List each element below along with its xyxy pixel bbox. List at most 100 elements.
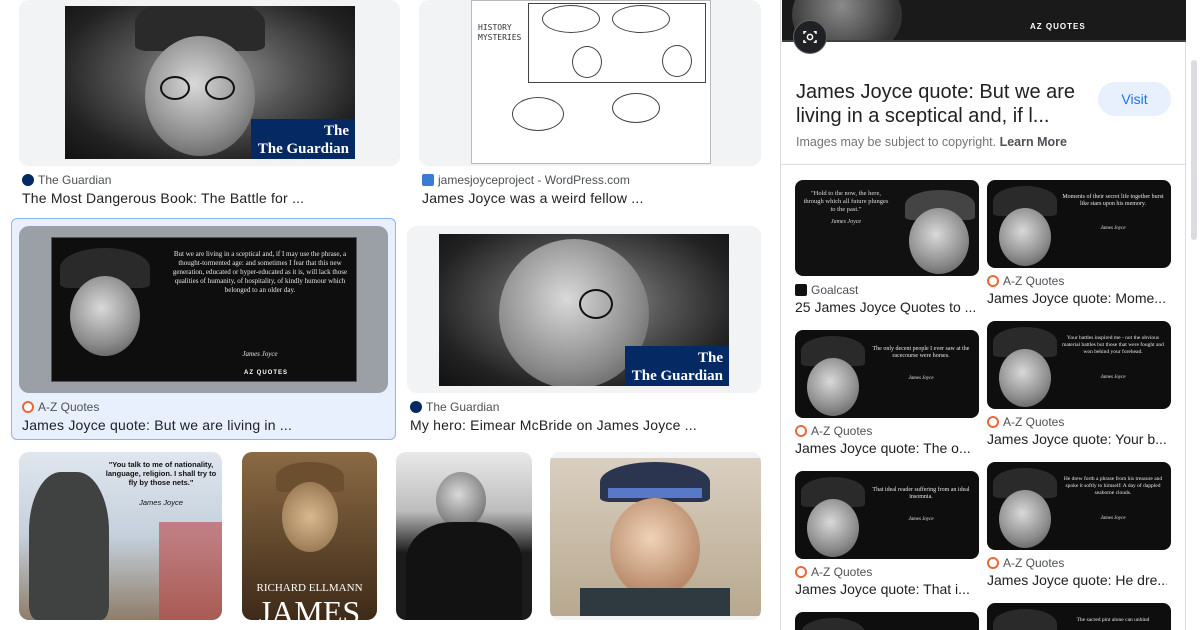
panel-divider xyxy=(781,164,1185,165)
quote-attribution: James Joyce xyxy=(908,376,934,381)
related-thumbnail[interactable]: Your battles inspired me - not the obvio… xyxy=(987,321,1171,409)
preview-title[interactable]: James Joyce quote: But we are living in … xyxy=(796,80,1086,128)
related-thumbnail[interactable]: The sacred pint alone can unbind xyxy=(987,603,1171,630)
image-search-page: The The Guardian The Guardian The Most Da… xyxy=(0,0,1200,630)
result-caption[interactable]: James Joyce quote: But we are living in … xyxy=(22,417,392,433)
image-preview-panel: AZ QUOTES James Joyce quote: But we are … xyxy=(780,0,1186,630)
result-caption[interactable]: James Joyce was a weird fellow ... xyxy=(422,190,758,206)
guardian-logo: The The Guardian xyxy=(251,119,355,159)
quote-attribution: James Joyce xyxy=(242,350,278,358)
color-photo-thumbnail[interactable] xyxy=(550,452,761,620)
related-caption[interactable]: James Joyce quote: Mome... xyxy=(987,290,1167,306)
goalcast-favicon-icon xyxy=(795,284,807,296)
related-source[interactable]: A-Z Quotes xyxy=(987,274,1064,288)
quote-attribution: James Joyce xyxy=(1100,226,1126,231)
copyright-notice: Images may be subject to copyright. Lear… xyxy=(796,135,1067,149)
copyright-text: Images may be subject to copyright. xyxy=(796,135,997,149)
color-photo xyxy=(550,458,761,616)
az-quotes-favicon-icon xyxy=(22,401,34,413)
az-quotes-favicon-icon xyxy=(795,425,807,437)
statue-photo-thumbnail[interactable]: "You talk to me of nationality, language… xyxy=(19,452,222,620)
az-quotes-logo: AZ QUOTES xyxy=(244,370,289,376)
related-thumbnail[interactable]: Moments of their secret life together bu… xyxy=(987,180,1171,268)
learn-more-link[interactable]: Learn More xyxy=(1000,135,1067,149)
quote-text: The sacred pint alone can unbind xyxy=(1076,617,1150,623)
related-source[interactable]: A-Z Quotes xyxy=(795,424,872,438)
source-label: A-Z Quotes xyxy=(38,400,100,414)
related-caption[interactable]: James Joyce quote: He dre... xyxy=(987,572,1167,588)
comic-strip: HISTORY MYSTERIES xyxy=(471,0,711,164)
visit-button[interactable]: Visit xyxy=(1098,82,1171,116)
guardian-logo: The The Guardian xyxy=(625,346,729,386)
az-quotes-favicon-icon xyxy=(795,566,807,578)
portrait-photo: The The Guardian xyxy=(439,234,729,386)
result-thumbnail[interactable]: HISTORY MYSTERIES xyxy=(419,0,761,166)
result-caption[interactable]: My hero: Eimear McBride on James Joyce .… xyxy=(410,417,760,433)
source-label: The Guardian xyxy=(38,173,112,187)
related-caption[interactable]: James Joyce quote: Your b... xyxy=(987,431,1167,447)
az-quotes-favicon-icon xyxy=(987,557,999,569)
quote-card-image: But we are living in a sceptical and, if… xyxy=(51,237,357,382)
related-thumbnail[interactable]: The only decent people I ever saw at the… xyxy=(795,330,979,418)
book-author: RICHARD ELLMANN xyxy=(256,582,363,594)
source-label: Goalcast xyxy=(811,283,859,297)
quote-text: But we are living in a sceptical and, if… xyxy=(172,250,348,294)
guardian-favicon-icon xyxy=(22,174,34,186)
book-title: JAMES xyxy=(258,594,361,620)
quote-attribution: James Joyce xyxy=(830,219,862,225)
panel-scrollbar[interactable] xyxy=(1188,0,1200,630)
statue-quote-attribution: James Joyce xyxy=(139,498,183,507)
bw-photo xyxy=(396,452,532,620)
result-thumbnail[interactable]: The The Guardian xyxy=(19,0,400,166)
quote-attribution: James Joyce xyxy=(1100,516,1126,521)
source-label: A-Z Quotes xyxy=(1003,415,1065,429)
az-quotes-favicon-icon xyxy=(987,275,999,287)
result-source[interactable]: The Guardian xyxy=(22,173,111,187)
result-source[interactable]: jamesjoyceproject - WordPress.com xyxy=(422,173,630,187)
quote-attribution: James Joyce xyxy=(908,517,934,522)
portrait-photo: The The Guardian xyxy=(65,6,355,159)
related-source[interactable]: A-Z Quotes xyxy=(987,556,1064,570)
result-caption[interactable]: The Most Dangerous Book: The Battle for … xyxy=(22,190,397,206)
az-quotes-logo: AZ QUOTES xyxy=(1030,22,1086,31)
source-label: A-Z Quotes xyxy=(811,565,873,579)
related-caption[interactable]: James Joyce quote: That i... xyxy=(795,581,979,597)
book-cover-thumbnail[interactable]: RICHARD ELLMANN JAMES xyxy=(242,452,377,620)
related-thumbnail[interactable]: He drew forth a phrase from his treasure… xyxy=(987,462,1171,550)
statue-quote: "You talk to me of nationality, language… xyxy=(105,460,217,487)
quote-text: That ideal reader suffering from an idea… xyxy=(872,487,970,500)
statue-figure xyxy=(29,472,109,620)
comic-title: HISTORY MYSTERIES xyxy=(478,23,522,42)
quote-text: "Hold to the now, the here, through whic… xyxy=(803,190,889,213)
source-label: The Guardian xyxy=(426,400,500,414)
lens-camera-icon-svg xyxy=(803,31,817,43)
related-thumbnail[interactable]: That ideal reader suffering from an idea… xyxy=(795,471,979,559)
quote-text: The only decent people I ever saw at the… xyxy=(872,346,970,359)
related-thumbnail[interactable]: "Hold to the now, the here, through whic… xyxy=(795,180,979,276)
related-source[interactable]: A-Z Quotes xyxy=(987,415,1064,429)
source-label: jamesjoyceproject - WordPress.com xyxy=(438,173,630,187)
guardian-favicon-icon xyxy=(410,401,422,413)
wordpress-favicon-icon xyxy=(422,174,434,186)
related-caption[interactable]: 25 James Joyce Quotes to ... xyxy=(795,299,979,315)
photo-thumbnail[interactable] xyxy=(396,452,532,620)
related-caption[interactable]: James Joyce quote: The o... xyxy=(795,440,979,456)
az-quotes-favicon-icon xyxy=(987,416,999,428)
result-source[interactable]: A-Z Quotes xyxy=(22,400,99,414)
source-label: A-Z Quotes xyxy=(811,424,873,438)
lens-camera-icon[interactable] xyxy=(793,20,827,54)
result-thumbnail[interactable]: The The Guardian xyxy=(407,226,761,393)
result-source[interactable]: The Guardian xyxy=(410,400,499,414)
quote-text: Your battles inspired me - not the obvio… xyxy=(1062,335,1164,355)
quote-text: Moments of their secret life together bu… xyxy=(1062,194,1164,207)
related-source[interactable]: A-Z Quotes xyxy=(795,565,872,579)
source-label: A-Z Quotes xyxy=(1003,274,1065,288)
quote-attribution: James Joyce xyxy=(1100,375,1126,380)
preview-image[interactable]: AZ QUOTES xyxy=(782,0,1186,42)
source-label: A-Z Quotes xyxy=(1003,556,1065,570)
related-source[interactable]: Goalcast xyxy=(795,283,858,297)
scrollbar-thumb[interactable] xyxy=(1191,60,1197,240)
related-thumbnail[interactable] xyxy=(795,612,979,630)
result-thumbnail[interactable]: But we are living in a sceptical and, if… xyxy=(19,226,388,393)
quote-text: He drew forth a phrase from his treasure… xyxy=(1063,476,1163,496)
